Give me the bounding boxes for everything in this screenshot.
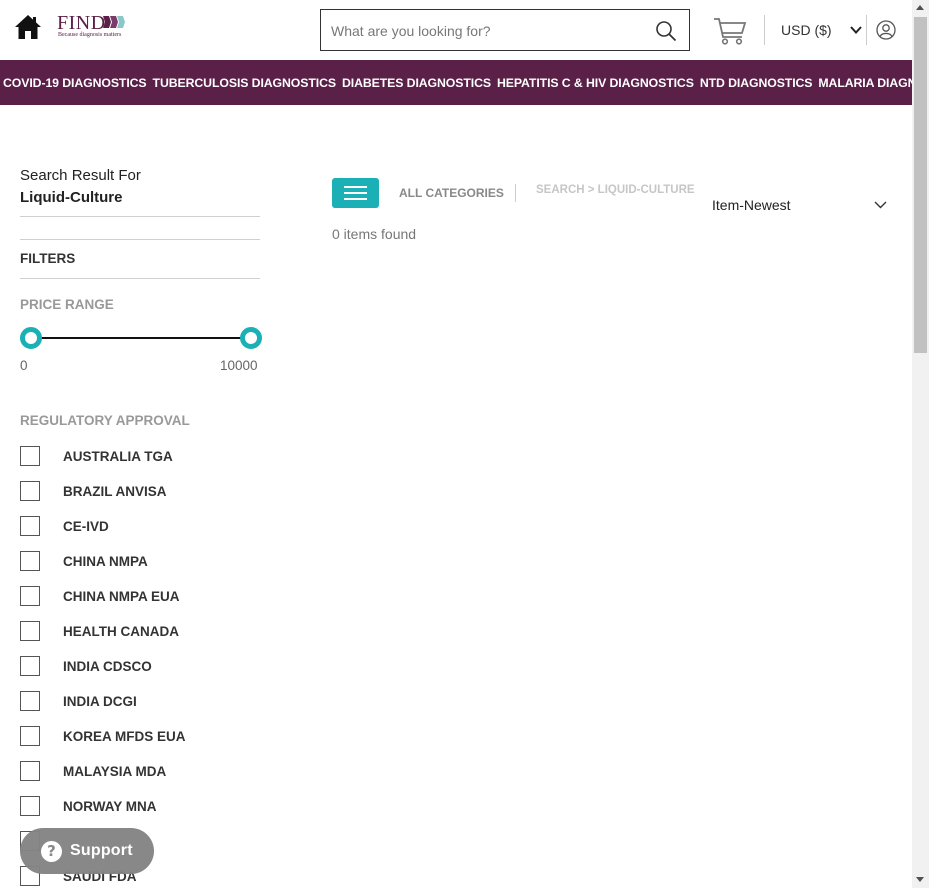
nav-item-diabetes[interactable]: DIABETES DIAGNOSTICS xyxy=(342,76,491,90)
hamburger-icon xyxy=(344,186,367,188)
price-slider-track[interactable] xyxy=(31,337,251,339)
filter-option[interactable]: NORWAY MNA xyxy=(20,795,157,817)
filter-option[interactable]: MALAYSIA MDA xyxy=(20,760,166,782)
filter-option[interactable]: CHINA NMPA EUA xyxy=(20,585,180,607)
scroll-thumb[interactable] xyxy=(914,17,927,353)
search-result-heading: Search Result For xyxy=(20,167,141,184)
cart-icon[interactable] xyxy=(713,16,747,46)
currency-select[interactable]: USD ($) xyxy=(776,14,866,46)
checkbox[interactable] xyxy=(20,551,40,571)
breadcrumb[interactable]: SEARCH > LIQUID-CULTURE xyxy=(536,184,695,196)
sort-select[interactable]: Item-Newest xyxy=(712,192,890,218)
search-icon[interactable] xyxy=(655,20,677,42)
logo-mark-icon xyxy=(103,16,125,28)
price-slider-max-handle[interactable] xyxy=(240,327,262,349)
filter-option-label: KOREA MFDS EUA xyxy=(63,728,186,744)
header-divider xyxy=(866,15,867,45)
price-slider-min-handle[interactable] xyxy=(20,327,42,349)
checkbox[interactable] xyxy=(20,516,40,536)
filter-option-label: AUSTRALIA TGA xyxy=(63,448,173,464)
filter-option-label: CE-IVD xyxy=(63,518,109,534)
regulatory-approval-title: REGULATORY APPROVAL xyxy=(20,413,190,428)
filter-option-label: CHINA NMPA xyxy=(63,553,148,569)
nav-item-hepatitis-hiv[interactable]: HEPATITIS C & HIV DIAGNOSTICS xyxy=(497,76,694,90)
help-icon: ? xyxy=(41,840,62,862)
filter-option-label: HEALTH CANADA xyxy=(63,623,179,639)
search-input[interactable] xyxy=(331,21,631,41)
filter-option-label: BRAZIL ANVISA xyxy=(63,483,167,499)
nav-item-tuberculosis[interactable]: TUBERCULOSIS DIAGNOSTICS xyxy=(153,76,337,90)
price-max-value: 10000 xyxy=(220,358,258,373)
sort-selected-value: Item-Newest xyxy=(712,197,791,213)
checkbox[interactable] xyxy=(20,656,40,676)
nav-item-covid[interactable]: COVID-19 DIAGNOSTICS xyxy=(3,76,147,90)
hamburger-icon xyxy=(344,198,367,200)
support-button[interactable]: ? Support xyxy=(20,828,154,874)
support-label: Support xyxy=(70,842,133,859)
filter-option[interactable]: KOREA MFDS EUA xyxy=(20,725,186,747)
home-icon[interactable] xyxy=(14,14,42,40)
checkbox[interactable] xyxy=(20,691,40,711)
filter-option-label: CHINA NMPA EUA xyxy=(63,588,180,604)
category-menu-button[interactable] xyxy=(332,178,379,208)
checkbox[interactable] xyxy=(20,621,40,641)
filter-option[interactable]: AUSTRALIA TGA xyxy=(20,445,173,467)
page-scrollbar[interactable] xyxy=(912,0,929,888)
breadcrumb-divider xyxy=(515,184,516,202)
divider xyxy=(20,239,260,240)
divider xyxy=(20,216,260,217)
filter-option-label: INDIA CDSCO xyxy=(63,658,152,674)
price-min-value: 0 xyxy=(20,358,28,373)
filter-option[interactable]: CHINA NMPA xyxy=(20,550,148,572)
items-found-count: 0 items found xyxy=(332,226,417,242)
divider xyxy=(20,278,260,279)
filter-option-label: NORWAY MNA xyxy=(63,798,157,814)
filters-title: FILTERS xyxy=(20,251,76,266)
checkbox[interactable] xyxy=(20,726,40,746)
search-term: Liquid-Culture xyxy=(20,189,123,206)
filter-option[interactable]: INDIA DCGI xyxy=(20,690,137,712)
nav-item-ntd[interactable]: NTD DIAGNOSTICS xyxy=(700,76,813,90)
search-box xyxy=(320,9,690,51)
checkbox[interactable] xyxy=(20,796,40,816)
checkbox[interactable] xyxy=(20,586,40,606)
site-header: FIND Because diagnosis matters USD ($) xyxy=(0,0,912,60)
all-categories-link[interactable]: ALL CATEGORIES xyxy=(399,186,504,200)
chevron-down-icon xyxy=(850,26,862,34)
scroll-up-arrow-icon[interactable] xyxy=(916,5,924,10)
price-range-title: PRICE RANGE xyxy=(20,297,114,312)
filter-option[interactable]: BRAZIL ANVISA xyxy=(20,480,167,502)
filter-option-label: MALAYSIA MDA xyxy=(63,763,167,779)
chevron-down-icon xyxy=(874,201,887,209)
find-logo[interactable]: FIND Because diagnosis matters xyxy=(57,12,129,42)
currency-label: USD ($) xyxy=(781,22,832,38)
checkbox[interactable] xyxy=(20,761,40,781)
scroll-down-arrow-icon[interactable] xyxy=(916,877,924,882)
filter-option[interactable]: INDIA CDSCO xyxy=(20,655,152,677)
filter-option[interactable]: HEALTH CANADA xyxy=(20,620,179,642)
hamburger-icon xyxy=(344,192,367,194)
logo-tagline: Because diagnosis matters xyxy=(58,32,122,38)
filter-option-label: INDIA DCGI xyxy=(63,693,137,709)
header-divider xyxy=(764,15,765,45)
category-nav: COVID-19 DIAGNOSTICS TUBERCULOSIS DIAGNO… xyxy=(0,60,929,105)
filter-option[interactable]: CE-IVD xyxy=(20,515,109,537)
checkbox[interactable] xyxy=(20,481,40,501)
checkbox[interactable] xyxy=(20,446,40,466)
user-account-icon[interactable] xyxy=(876,20,896,40)
